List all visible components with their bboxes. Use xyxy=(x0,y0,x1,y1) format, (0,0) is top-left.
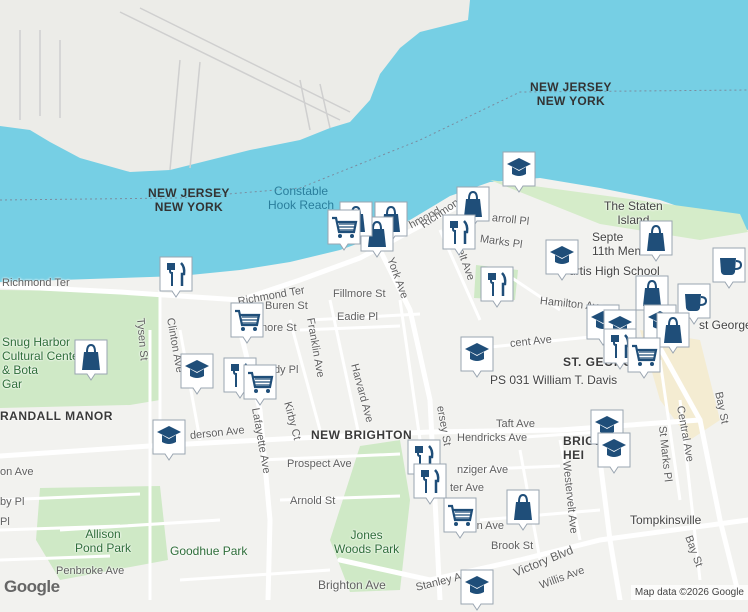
school-marker[interactable] xyxy=(596,431,632,475)
grocery-icon xyxy=(327,209,361,251)
cafe-icon xyxy=(712,247,746,289)
street-label: Arnold St xyxy=(290,495,336,507)
shopping-marker[interactable] xyxy=(638,219,674,263)
street-label: nziger Ave xyxy=(457,464,509,476)
school-icon xyxy=(545,239,579,281)
area-label-randall-manor: RANDALL MANOR xyxy=(0,409,113,423)
state-label-nj-ny-top: NEW JERSEY NEW YORK xyxy=(530,80,612,108)
grocery-marker[interactable] xyxy=(326,208,362,252)
street-label: Brighton Ave xyxy=(318,578,386,592)
street-label: Pl xyxy=(0,516,10,528)
shopping-icon xyxy=(506,489,540,531)
restaurant-marker[interactable] xyxy=(158,255,194,299)
poi-label-ps-031: PS 031 William T. Davis xyxy=(490,373,618,387)
grocery-marker[interactable] xyxy=(242,363,278,407)
park-label-snug-harbor: Snug Harbor Cultural Center & Bota Gar xyxy=(2,335,83,391)
school-icon xyxy=(460,336,494,378)
street-label: Taft Ave xyxy=(496,418,535,430)
restaurant-icon xyxy=(480,266,514,308)
school-marker[interactable] xyxy=(501,150,537,194)
park-label-allison-pond: Allison Pond Park xyxy=(75,527,132,555)
street-label: Buren St xyxy=(265,300,308,312)
cafe-marker[interactable] xyxy=(711,246,747,290)
school-icon xyxy=(180,353,214,395)
grocery-icon xyxy=(443,497,477,539)
park-label-jones-woods: Jones Woods Park xyxy=(334,528,400,556)
street-label: on Ave xyxy=(0,466,34,478)
google-logo[interactable]: Google xyxy=(4,577,60,597)
street-label: Fillmore St xyxy=(333,288,386,300)
school-marker[interactable] xyxy=(459,335,495,379)
restaurant-marker[interactable] xyxy=(479,265,515,309)
street-label: Hendricks Ave xyxy=(457,432,528,444)
street-label: Penbroke Ave xyxy=(56,565,125,577)
school-icon xyxy=(152,419,186,461)
restaurant-marker[interactable] xyxy=(441,213,477,257)
shopping-icon xyxy=(639,220,673,262)
school-icon xyxy=(597,432,631,474)
restaurant-icon xyxy=(159,256,193,298)
state-label-nj-ny-left: NEW JERSEY NEW YORK xyxy=(148,186,230,214)
street-label: Brook St xyxy=(491,540,534,552)
grocery-marker[interactable] xyxy=(229,301,265,345)
restaurant-icon xyxy=(442,214,476,256)
area-label-new-brighton: NEW BRIGHTON xyxy=(311,428,413,442)
street-label: by Pl xyxy=(0,496,25,508)
grocery-marker[interactable] xyxy=(626,336,662,380)
grocery-icon xyxy=(627,337,661,379)
shopping-icon xyxy=(74,339,108,381)
school-marker[interactable] xyxy=(459,568,495,612)
school-marker[interactable] xyxy=(544,238,580,282)
street-label: Prospect Ave xyxy=(287,458,352,470)
shopping-marker[interactable] xyxy=(73,338,109,382)
water-label-constable-hook-reach: Constable Hook Reach xyxy=(268,184,335,212)
street-label: Eadie Pl xyxy=(337,311,378,323)
grocery-icon xyxy=(243,364,277,406)
shopping-marker[interactable] xyxy=(505,488,541,532)
park-label-goodhue: Goodhue Park xyxy=(170,544,248,558)
school-icon xyxy=(502,151,536,193)
grocery-marker[interactable] xyxy=(442,496,478,540)
school-marker[interactable] xyxy=(151,418,187,462)
poi-label-tompkinsville: Tompkinsville xyxy=(630,513,702,527)
school-icon xyxy=(460,569,494,611)
map-attribution[interactable]: Map data ©2026 Google xyxy=(630,585,748,600)
grocery-icon xyxy=(230,302,264,344)
street-label: ter Ave xyxy=(450,482,485,494)
poi-label-sept-11-memorial: Septe 11th Mem xyxy=(592,230,645,258)
school-marker[interactable] xyxy=(179,352,215,396)
street-label: Richmond Ter xyxy=(2,277,70,289)
